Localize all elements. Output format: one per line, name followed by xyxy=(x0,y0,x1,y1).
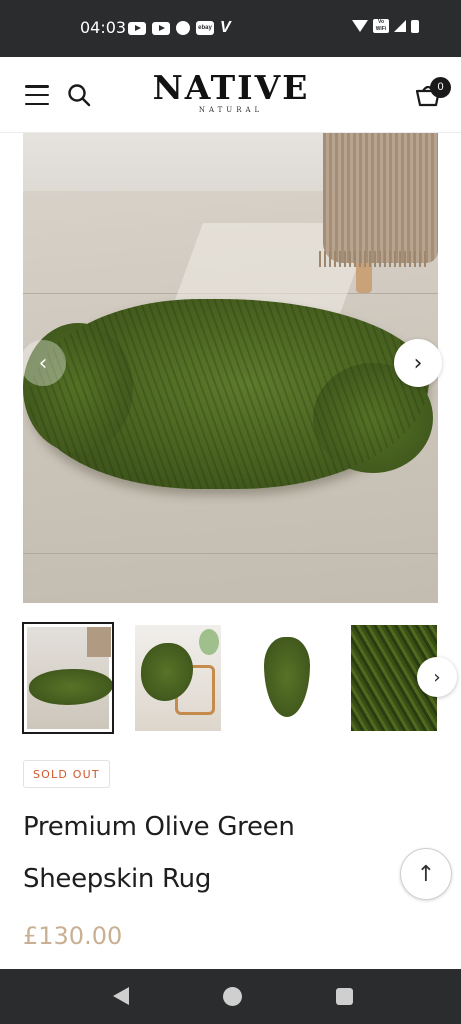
status-bar: 04:03 ebay V Vo WiFi xyxy=(0,0,461,57)
gallery-prev-button[interactable]: ‹ xyxy=(20,340,66,386)
notification-icons: ebay V xyxy=(128,19,231,37)
search-icon[interactable] xyxy=(67,83,91,107)
product-title: Premium Olive Green Sheepskin Rug xyxy=(23,812,295,894)
knit-throw xyxy=(323,133,438,263)
rug-thumb xyxy=(264,637,310,717)
logo-wordmark: NATIVE xyxy=(152,68,310,107)
thumbnail-3[interactable] xyxy=(242,622,334,734)
sold-out-badge: SOLD OUT xyxy=(23,760,110,788)
site-header: NATIVE NATURAL 0 xyxy=(0,57,461,133)
battery-icon xyxy=(411,19,419,33)
thumbnail-strip xyxy=(22,622,438,734)
messenger-icon xyxy=(176,21,190,35)
throw-thumb xyxy=(87,627,111,657)
thumbnail-image xyxy=(245,625,331,731)
floor-seam xyxy=(23,553,438,554)
thumbnail-2[interactable] xyxy=(132,622,224,734)
throw-fringe xyxy=(319,251,429,267)
home-icon[interactable] xyxy=(223,987,242,1006)
rug-thumb xyxy=(29,669,112,705)
gallery-next-button[interactable]: › xyxy=(394,339,442,387)
ebay-icon: ebay xyxy=(196,21,214,35)
back-icon[interactable] xyxy=(113,987,129,1005)
wifi-icon xyxy=(352,20,368,32)
thumbnail-image xyxy=(27,627,112,729)
vowifi-icon: Vo WiFi xyxy=(373,19,389,33)
system-nav-bar xyxy=(0,969,461,1024)
youtube-icon xyxy=(128,21,146,35)
menu-icon[interactable] xyxy=(25,85,49,105)
thumbnail-1[interactable] xyxy=(22,622,114,734)
logo-subtitle: NATURAL xyxy=(198,106,264,114)
scroll-to-top-button[interactable]: ↑ xyxy=(400,848,452,900)
site-logo[interactable]: NATIVE NATURAL xyxy=(151,70,311,115)
thumbnail-image xyxy=(135,625,221,731)
cart-count-badge: 0 xyxy=(430,77,451,98)
status-time: 04:03 xyxy=(80,18,127,37)
signal-icon xyxy=(394,20,406,32)
product-main-image[interactable] xyxy=(23,133,438,603)
plant-thumb xyxy=(199,629,219,655)
recents-icon[interactable] xyxy=(336,988,353,1005)
v-app-icon: V xyxy=(220,19,231,36)
youtube-icon xyxy=(152,21,170,35)
system-icons: Vo WiFi xyxy=(352,19,419,33)
product-price: £130.00 xyxy=(23,922,123,950)
thumbnail-next-button[interactable]: › xyxy=(417,657,457,697)
